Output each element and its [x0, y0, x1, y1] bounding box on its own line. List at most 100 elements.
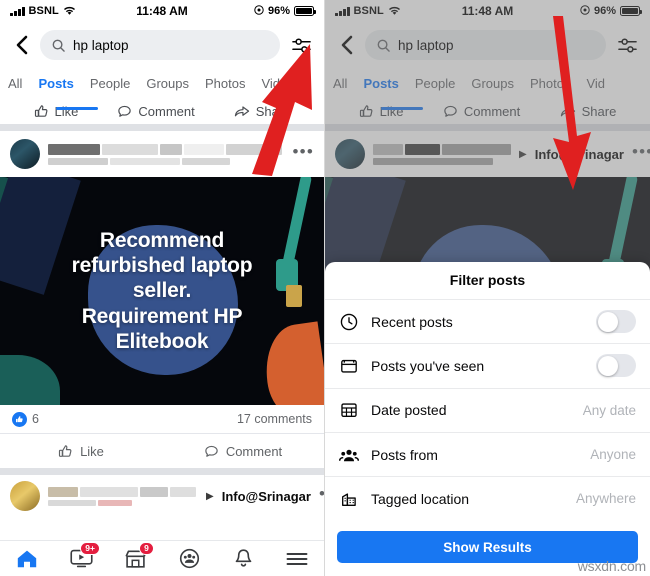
- back-button[interactable]: [10, 32, 32, 58]
- thumbs-up-filled-icon: [12, 411, 27, 427]
- more-options-icon[interactable]: •••: [632, 143, 650, 166]
- nav-menu[interactable]: [279, 544, 315, 574]
- share-label: Share: [581, 103, 617, 119]
- tab-photos[interactable]: Photos: [530, 76, 570, 91]
- tab-groups[interactable]: Groups: [471, 76, 514, 91]
- search-header: hp laptop: [0, 22, 324, 68]
- post-image[interactable]: Recommend refurbished laptop seller. Req…: [0, 177, 324, 405]
- nav-marketplace[interactable]: 9: [117, 541, 154, 574]
- post-text-line-1: Recommend: [99, 229, 225, 253]
- comment-bubble-icon: [118, 105, 132, 117]
- tab-videos[interactable]: Vid: [261, 76, 280, 91]
- share-label: Share: [255, 103, 291, 119]
- avatar[interactable]: [10, 481, 40, 511]
- bottom-navigation: 9+ 9: [0, 540, 324, 576]
- filter-label: Posts from: [371, 446, 438, 463]
- tab-posts[interactable]: Posts: [38, 76, 73, 91]
- tab-videos[interactable]: Vid: [586, 76, 605, 91]
- like-action[interactable]: Like: [359, 104, 404, 119]
- section-divider: [0, 124, 324, 131]
- recent-posts-toggle[interactable]: [596, 310, 636, 334]
- filter-label: Recent posts: [371, 313, 453, 330]
- post-image-text: Recommend refurbished laptop seller. Req…: [0, 177, 324, 405]
- avatar[interactable]: [335, 139, 365, 169]
- filter-row-recent-posts[interactable]: Recent posts: [325, 299, 650, 343]
- two-screenshot-comparison: BSNL 11:48 AM 96% hp laptop All Posts Pe…: [0, 0, 650, 576]
- search-query-text: hp laptop: [398, 37, 454, 53]
- footer-comment-label: Comment: [225, 443, 283, 459]
- search-header: hp laptop: [325, 22, 650, 68]
- watermark: wsxdn.com: [577, 558, 646, 574]
- tab-photos[interactable]: Photos: [205, 76, 245, 91]
- search-input[interactable]: hp laptop: [365, 30, 606, 60]
- sheet-title: Filter posts: [449, 272, 526, 288]
- section-divider-2: [0, 468, 324, 475]
- posts-youve-seen-toggle[interactable]: [596, 354, 636, 378]
- nav-watch[interactable]: 9+: [63, 541, 100, 574]
- comments-count[interactable]: 17 comments: [237, 412, 312, 426]
- share-arrow-icon: [560, 105, 575, 116]
- play-triangle-icon: ▶: [206, 490, 214, 502]
- reaction-count-group[interactable]: 6: [12, 411, 39, 427]
- post-header: •••: [0, 131, 324, 177]
- redacted-author-name: [373, 143, 511, 165]
- calendar-grid-icon: [339, 401, 359, 419]
- filter-value: Anyone: [590, 447, 636, 463]
- tab-people[interactable]: People: [90, 76, 130, 91]
- reaction-summary-row: 6 17 comments: [0, 405, 324, 433]
- search-icon: [377, 39, 390, 52]
- thumbs-up-icon: [359, 104, 373, 117]
- nav-notifications[interactable]: [225, 544, 261, 574]
- signal-bars-icon: [10, 6, 25, 16]
- footer-like-button[interactable]: Like: [0, 444, 162, 459]
- nav-groups[interactable]: [171, 544, 207, 574]
- post-text-line-5: Elitebook: [115, 329, 209, 353]
- filter-row-date-posted[interactable]: Date posted Any date: [325, 387, 650, 432]
- tab-groups[interactable]: Groups: [146, 76, 189, 91]
- share-action[interactable]: Share: [560, 103, 617, 119]
- tagged-page-name[interactable]: Info@Srinagar: [535, 147, 624, 162]
- battery-percent: 96%: [593, 5, 616, 17]
- post-action-row-overlap: Like Comment Share: [0, 98, 324, 124]
- tab-all[interactable]: All: [8, 76, 22, 91]
- footer-like-label: Like: [80, 443, 104, 459]
- like-action[interactable]: Like: [34, 103, 79, 119]
- carrier-label: BSNL: [353, 5, 384, 17]
- filter-row-posts-from[interactable]: Posts from Anyone: [325, 431, 650, 476]
- battery-icon: [620, 6, 642, 16]
- window-icon: [339, 357, 359, 375]
- sliders-filter-icon[interactable]: [288, 32, 314, 58]
- active-tab-underline: [56, 107, 98, 110]
- post-text-line-2: refurbished laptop: [71, 254, 253, 278]
- tab-all[interactable]: All: [333, 76, 347, 91]
- more-options-icon[interactable]: •••: [293, 143, 314, 166]
- second-post-header: ▶ Info@Srinagar •••: [0, 475, 324, 517]
- tab-posts[interactable]: Posts: [363, 76, 398, 91]
- comment-label: Comment: [463, 103, 521, 119]
- search-input[interactable]: hp laptop: [40, 30, 280, 60]
- watch-badge: 9+: [80, 541, 100, 556]
- sliders-filter-icon[interactable]: [614, 32, 640, 58]
- section-divider: [325, 124, 650, 131]
- groups-people-icon: [179, 548, 199, 569]
- comment-bubble-icon: [444, 105, 457, 117]
- filter-row-posts-youve-seen[interactable]: Posts you've seen: [325, 343, 650, 387]
- nav-home[interactable]: [9, 544, 45, 574]
- like-label: Like: [54, 103, 79, 119]
- tagged-page-name[interactable]: Info@Srinagar: [222, 489, 311, 504]
- share-action[interactable]: Share: [234, 103, 291, 119]
- avatar[interactable]: [10, 139, 40, 169]
- post-header: ▶ Info@Srinagar •••: [325, 131, 650, 177]
- tab-people[interactable]: People: [415, 76, 455, 91]
- filter-row-tagged-location[interactable]: Tagged location Anywhere: [325, 476, 650, 520]
- post-footer-buttons: Like Comment: [0, 434, 324, 468]
- carrier-label: BSNL: [28, 5, 59, 17]
- search-icon: [52, 39, 65, 52]
- redacted-author-name: [48, 143, 285, 165]
- comment-action[interactable]: Comment: [117, 104, 195, 119]
- battery-percent: 96%: [267, 5, 290, 17]
- footer-comment-button[interactable]: Comment: [162, 444, 324, 459]
- share-arrow-icon: [234, 105, 249, 116]
- comment-action[interactable]: Comment: [443, 104, 520, 119]
- back-button[interactable]: [335, 32, 357, 58]
